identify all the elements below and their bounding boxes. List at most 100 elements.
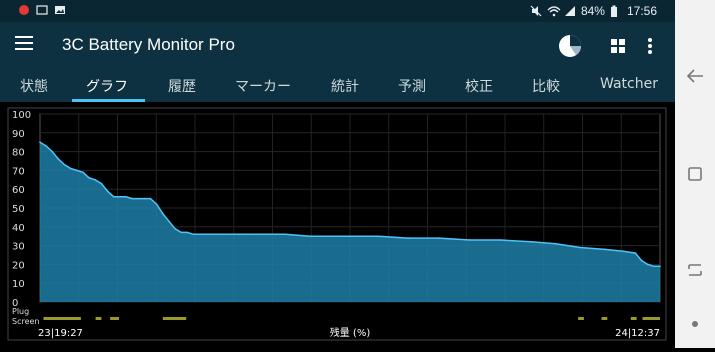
plug-row-label: Plug bbox=[12, 307, 29, 316]
data-point bbox=[51, 150, 54, 153]
tab-markers[interactable]: マーカー bbox=[235, 76, 291, 96]
data-point bbox=[106, 190, 109, 192]
grid-icon[interactable] bbox=[605, 33, 631, 59]
x-axis-label: 残量 (%) bbox=[330, 326, 371, 339]
app-window: 84% 17:56 3C Battery Monitor Pro 状態 グラフ … bbox=[0, 0, 675, 348]
data-point bbox=[57, 158, 60, 160]
data-point bbox=[634, 252, 637, 254]
y-tick-label: 30 bbox=[12, 242, 25, 253]
y-tick-label: 80 bbox=[12, 148, 25, 159]
data-point bbox=[309, 235, 311, 237]
clock: 17:56 bbox=[626, 4, 657, 18]
wifi-icon bbox=[547, 5, 561, 17]
y-tick-label: 50 bbox=[12, 204, 25, 215]
data-point bbox=[468, 239, 471, 241]
data-point bbox=[622, 250, 624, 252]
screen-on-segment bbox=[578, 317, 584, 320]
data-point bbox=[112, 195, 115, 198]
tab-watcher[interactable]: Watcher bbox=[600, 76, 658, 92]
more-vert-icon[interactable] bbox=[643, 33, 657, 59]
data-point bbox=[499, 239, 502, 241]
image-icon bbox=[54, 4, 66, 16]
data-point bbox=[168, 220, 170, 222]
status-left-icons bbox=[18, 4, 66, 16]
data-point bbox=[579, 246, 581, 249]
photo-icon bbox=[36, 4, 48, 16]
data-point bbox=[69, 167, 72, 170]
signal-icon bbox=[564, 5, 576, 17]
data-point bbox=[376, 235, 379, 237]
menu-icon[interactable] bbox=[15, 36, 33, 52]
data-point bbox=[143, 197, 146, 200]
tab-calibration[interactable]: 校正 bbox=[465, 76, 493, 96]
battery-chart[interactable]: 0 10 20 30 40 50 60 70 80 90 100 Plug Screen 23|19:27… bbox=[0, 102, 675, 348]
y-tick-label: 20 bbox=[12, 260, 25, 271]
data-point bbox=[137, 197, 139, 200]
y-tick-label: 70 bbox=[12, 166, 25, 177]
data-point bbox=[659, 265, 661, 268]
data-point bbox=[640, 259, 643, 262]
data-point bbox=[180, 231, 182, 234]
status-right-icons: 84% 17:56 bbox=[530, 4, 657, 18]
screen-on-segment bbox=[43, 317, 81, 320]
notification-icon bbox=[18, 4, 30, 16]
y-tick-label: 40 bbox=[12, 223, 25, 234]
pie-chart-icon[interactable] bbox=[557, 33, 583, 59]
x-end-label: 24|12:37 bbox=[615, 328, 660, 339]
data-point bbox=[88, 177, 90, 179]
data-point bbox=[100, 182, 103, 185]
data-point bbox=[554, 242, 557, 245]
data-point bbox=[174, 227, 176, 230]
data-point bbox=[63, 164, 66, 166]
data-point bbox=[438, 237, 440, 239]
data-point bbox=[407, 237, 410, 239]
screen-on-segment bbox=[110, 317, 119, 320]
tab-graph[interactable]: グラフ bbox=[86, 76, 128, 96]
battery-level: 84% bbox=[580, 4, 605, 18]
y-tick-label: 100 bbox=[12, 110, 31, 121]
data-point bbox=[186, 231, 189, 234]
y-tick-label: 90 bbox=[12, 129, 25, 140]
data-point bbox=[192, 233, 195, 236]
x-start-label: 23|19:27 bbox=[38, 328, 83, 339]
tab-forecast[interactable]: 予測 bbox=[398, 76, 426, 96]
screen-on-segment bbox=[642, 317, 660, 320]
chart-svg: 0102030405060708090100PlugScreen23|19:27… bbox=[7, 107, 667, 341]
screen-on-segment bbox=[601, 317, 608, 320]
data-point bbox=[149, 197, 152, 200]
battery-icon bbox=[610, 5, 622, 17]
screen-on-segment bbox=[162, 317, 187, 320]
data-point bbox=[284, 233, 287, 236]
tab-statistics[interactable]: 統計 bbox=[331, 76, 359, 96]
tab-compare[interactable]: 比較 bbox=[532, 76, 560, 96]
data-point bbox=[76, 169, 78, 172]
recents-icon[interactable] bbox=[683, 162, 707, 186]
status-bar: 84% 17:56 bbox=[0, 0, 675, 22]
dot-icon[interactable] bbox=[683, 312, 707, 336]
data-point bbox=[646, 263, 649, 266]
app-title: 3C Battery Monitor Pro bbox=[62, 35, 235, 54]
data-point bbox=[530, 241, 532, 243]
tab-status[interactable]: 状態 bbox=[20, 76, 48, 96]
home-icon[interactable] bbox=[683, 258, 707, 282]
data-point bbox=[604, 248, 606, 251]
data-point bbox=[653, 265, 655, 268]
data-point bbox=[346, 235, 348, 237]
back-icon[interactable] bbox=[683, 64, 707, 88]
data-point bbox=[119, 195, 121, 198]
data-point bbox=[39, 141, 41, 143]
data-point bbox=[254, 233, 256, 236]
data-point bbox=[131, 197, 133, 200]
screen-on-segment bbox=[95, 317, 102, 320]
data-point bbox=[94, 179, 96, 181]
tab-history[interactable]: 履歴 bbox=[168, 76, 196, 96]
tab-bar: 状態 グラフ 履歴 マーカー 統計 予測 校正 比較 Watcher bbox=[0, 70, 675, 102]
y-tick-label: 60 bbox=[12, 185, 25, 196]
screen-on-segment bbox=[630, 317, 637, 320]
data-point bbox=[162, 212, 164, 215]
screen-row-label: Screen bbox=[12, 317, 40, 326]
app-toolbar: 3C Battery Monitor Pro bbox=[0, 22, 675, 70]
mute-icon bbox=[530, 5, 542, 17]
system-nav-bar bbox=[675, 0, 715, 348]
y-tick-label: 10 bbox=[12, 279, 25, 290]
